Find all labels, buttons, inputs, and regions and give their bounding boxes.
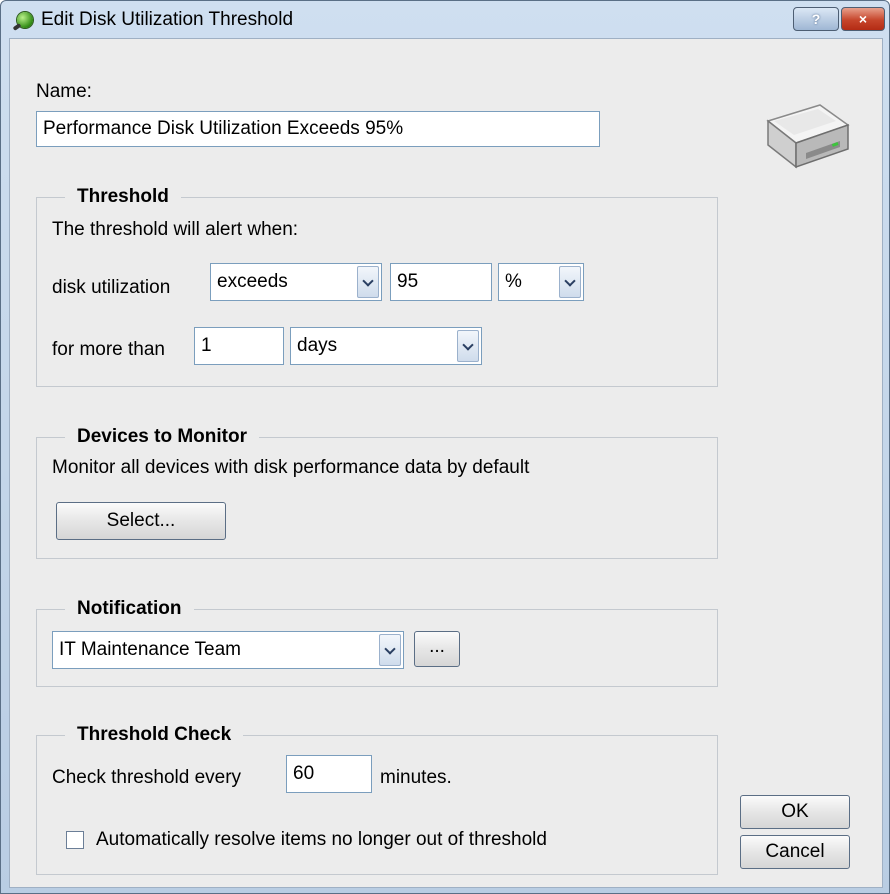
devices-group-title: Devices to Monitor: [65, 426, 259, 448]
dialog-body: Name: Performance Disk Utilization Excee…: [9, 38, 883, 888]
devices-description: Monitor all devices with disk performanc…: [52, 457, 530, 478]
notification-group-title: Notification: [65, 598, 194, 620]
ok-button[interactable]: OK: [740, 795, 850, 829]
chevron-down-icon[interactable]: [457, 330, 479, 362]
close-button[interactable]: ×: [841, 7, 885, 31]
threshold-check-group: Threshold Check: [36, 724, 718, 875]
browse-notification-button[interactable]: ...: [414, 631, 460, 667]
notification-value: IT Maintenance Team: [59, 639, 242, 660]
check-interval-input[interactable]: 60: [286, 755, 372, 793]
chevron-down-icon[interactable]: [379, 634, 401, 666]
chevron-down-icon[interactable]: [357, 266, 379, 298]
devices-group: Devices to Monitor: [36, 426, 718, 559]
duration-unit-select[interactable]: days: [290, 327, 482, 365]
metric-label: disk utilization: [52, 277, 171, 298]
unit-select[interactable]: %: [498, 263, 584, 301]
name-label: Name:: [36, 81, 92, 102]
notification-select[interactable]: IT Maintenance Team: [52, 631, 404, 669]
dialog-window: Edit Disk Utilization Threshold ? × Name…: [0, 0, 890, 894]
threshold-check-group-title: Threshold Check: [65, 724, 244, 746]
name-input[interactable]: Performance Disk Utilization Exceeds 95%: [36, 111, 600, 147]
auto-resolve-label[interactable]: Automatically resolve items no longer ou…: [96, 829, 547, 851]
auto-resolve-checkbox[interactable]: [66, 831, 84, 849]
operator-select[interactable]: exceeds: [210, 263, 382, 301]
unit-value: %: [505, 271, 522, 292]
duration-unit-value: days: [297, 335, 338, 356]
app-icon-handle: [12, 23, 22, 31]
hard-disk-icon: [766, 104, 850, 169]
cancel-button[interactable]: Cancel: [740, 835, 850, 869]
help-button[interactable]: ?: [793, 7, 839, 31]
operator-value: exceeds: [217, 271, 288, 292]
duration-label: for more than: [52, 339, 165, 360]
check-interval-suffix: minutes.: [380, 767, 452, 788]
threshold-group-title: Threshold: [65, 186, 181, 208]
duration-input[interactable]: 1: [194, 327, 284, 365]
window-title: Edit Disk Utilization Threshold: [41, 9, 294, 30]
title-bar[interactable]: Edit Disk Utilization Threshold ? ×: [1, 1, 889, 37]
chevron-down-icon[interactable]: [559, 266, 581, 298]
select-devices-button[interactable]: Select...: [56, 502, 226, 540]
check-interval-prefix: Check threshold every: [52, 767, 242, 788]
threshold-value-input[interactable]: 95: [390, 263, 492, 301]
threshold-intro: The threshold will alert when:: [52, 219, 299, 240]
